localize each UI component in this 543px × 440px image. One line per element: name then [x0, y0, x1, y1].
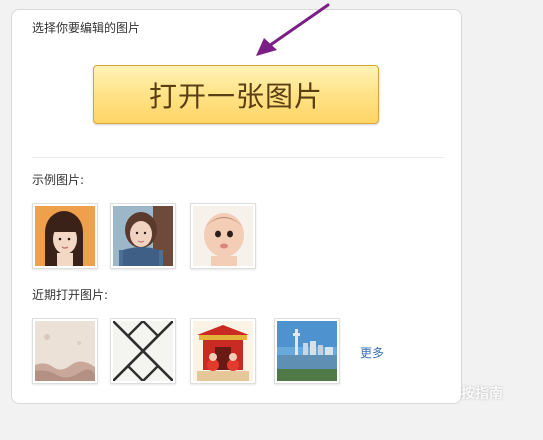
watermark-text: 按指南 [461, 386, 503, 402]
chinese-new-year-image [193, 321, 253, 381]
watermark-logo-icon: S [440, 384, 458, 402]
open-image-button[interactable]: 打开一张图片 [93, 65, 379, 124]
watermark: S 按指南 [440, 383, 503, 403]
woman-portrait-image [35, 206, 95, 266]
geometric-pattern-image [113, 321, 173, 381]
baby-portrait-image [193, 206, 253, 266]
svg-text:S: S [445, 387, 453, 400]
examples-label: 示例图片: [32, 173, 85, 187]
section-divider [32, 157, 444, 158]
recent-image-1[interactable] [32, 318, 98, 384]
beige-texture-image [35, 321, 95, 381]
recent-label: 近期打开图片: [32, 288, 109, 302]
pointer-arrow-icon [256, 3, 330, 56]
girl-selfie-image [113, 206, 173, 266]
recent-image-2[interactable] [110, 318, 176, 384]
choose-image-label: 选择你要编辑的图片 [32, 21, 141, 35]
example-image-2[interactable] [110, 203, 176, 269]
recent-image-4[interactable] [274, 318, 340, 384]
recent-image-3[interactable] [190, 318, 256, 384]
city-waterfront-image [277, 321, 337, 381]
example-image-1[interactable] [32, 203, 98, 269]
more-images-link[interactable]: 更多 [360, 344, 384, 361]
example-image-3[interactable] [190, 203, 256, 269]
